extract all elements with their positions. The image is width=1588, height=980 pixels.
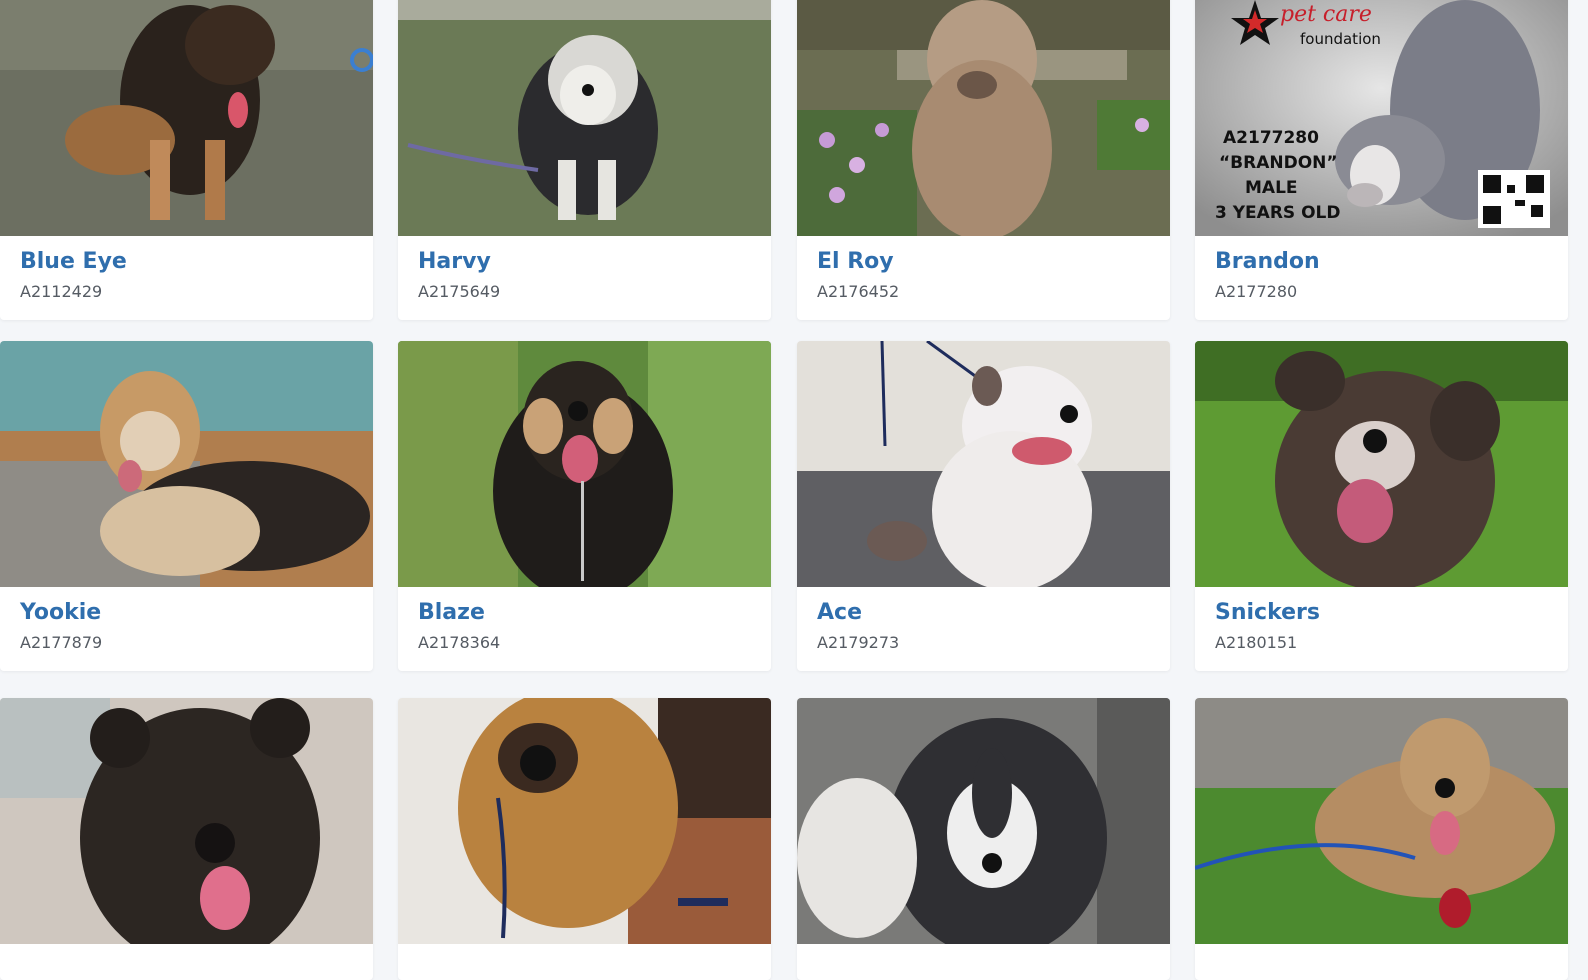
dog-photo-ace (797, 341, 1170, 587)
pet-id: A2178364 (418, 633, 501, 652)
pet-name-link[interactable]: Blaze (418, 599, 751, 627)
pet-card[interactable]: El Roy A2176452 (797, 0, 1170, 320)
pet-id: A2176452 (817, 282, 900, 301)
dog-photo-row3-4 (1195, 698, 1568, 944)
pet-id: A2177280 (1215, 282, 1298, 301)
pet-photo[interactable] (0, 698, 373, 944)
dog-photo-row3-2 (398, 698, 771, 944)
pet-id: A2112429 (20, 282, 103, 301)
pet-card[interactable]: Yookie A2177879 (0, 341, 373, 671)
pet-card[interactable] (797, 698, 1170, 980)
poster-line1: A2177280 (1223, 128, 1319, 148)
pet-card[interactable]: Blaze A2178364 (398, 341, 771, 671)
pet-photo[interactable] (398, 341, 771, 587)
pet-name-link[interactable]: Harvy (418, 248, 751, 276)
dog-photo-blue-eye (0, 0, 373, 236)
pet-card[interactable]: Harvy A2175649 (398, 0, 771, 320)
pet-card[interactable]: Ace A2179273 (797, 341, 1170, 671)
poster-line2: “BRANDON” (1219, 153, 1338, 173)
pet-photo[interactable] (797, 341, 1170, 587)
pet-photo[interactable] (1195, 341, 1568, 587)
pet-card[interactable] (1195, 698, 1568, 980)
pet-card[interactable] (398, 698, 771, 980)
pet-photo[interactable] (0, 341, 373, 587)
dog-photo-harvy (398, 0, 771, 236)
pet-photo[interactable] (398, 698, 771, 944)
pet-id: A2180151 (1215, 633, 1298, 652)
pet-name-link[interactable]: Snickers (1215, 599, 1548, 627)
poster-brand-top: pet care (1280, 2, 1372, 27)
pet-photo[interactable] (0, 0, 373, 236)
pet-photo[interactable] (398, 0, 771, 236)
pet-photo[interactable]: pet care foundation A2177280 “BRANDON” M… (1195, 0, 1568, 236)
pet-photo[interactable] (1195, 698, 1568, 944)
dog-photo-blaze (398, 341, 771, 587)
pet-card[interactable]: pet care foundation A2177280 “BRANDON” M… (1195, 0, 1568, 320)
pet-card[interactable]: Snickers A2180151 (1195, 341, 1568, 671)
pet-id: A2175649 (418, 282, 501, 301)
dog-poster-brandon (1195, 0, 1568, 236)
dog-photo-el-roy (797, 0, 1170, 236)
pet-name-link[interactable]: Brandon (1215, 248, 1548, 276)
pet-id: A2177879 (20, 633, 103, 652)
pet-photo[interactable] (797, 698, 1170, 944)
poster-line4: 3 YEARS OLD (1215, 203, 1341, 223)
dog-photo-snickers (1195, 341, 1568, 587)
pet-name-link[interactable]: Ace (817, 599, 1150, 627)
pet-id: A2179273 (817, 633, 900, 652)
pet-card[interactable] (0, 698, 373, 980)
dog-photo-row3-3 (797, 698, 1170, 944)
pet-name-link[interactable]: Yookie (20, 599, 353, 627)
pet-name-link[interactable]: El Roy (817, 248, 1150, 276)
poster-brand-bottom: foundation (1300, 30, 1381, 48)
pet-name-link[interactable]: Blue Eye (20, 248, 353, 276)
dog-photo-yookie (0, 341, 373, 587)
poster-line3: MALE (1245, 178, 1298, 198)
dog-photo-row3-1 (0, 698, 373, 944)
pet-photo[interactable] (797, 0, 1170, 236)
pet-card[interactable]: Blue Eye A2112429 (0, 0, 373, 320)
